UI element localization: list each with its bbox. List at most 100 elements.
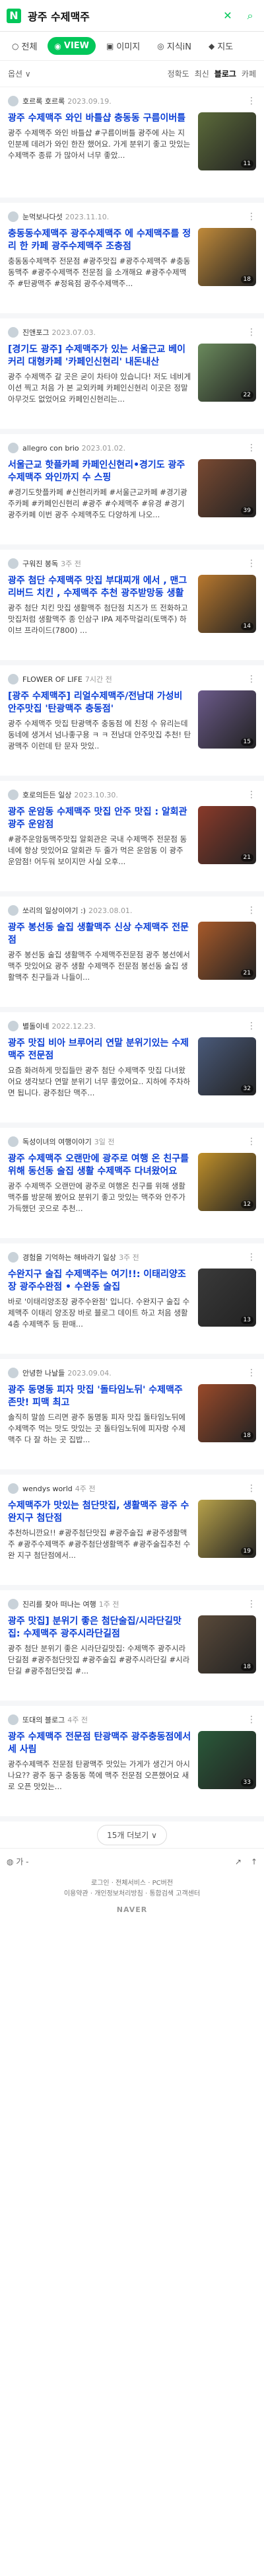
result-card[interactable]: 또대의 블로그 4주 전 ⋮ 광주 수제맥주 전문점 탄광맥주 광주충동점에서 … [0,1706,264,1822]
footer-links-row1[interactable]: 로그인 · 전체서비스 · PC버전 [0,1878,264,1889]
result-thumbnail[interactable]: 18 [198,1615,256,1674]
author-name[interactable]: 진앤포그 [22,327,49,338]
result-title[interactable]: 광주 수제맥주 오랜만에 광주로 여행 온 친구를 위해 동선동 술집 생활 수… [8,1153,191,1178]
result-title[interactable]: 광주 동명동 피자 맛집 '돌타임노뒤' 수제맥주 존맛! 피맥 최고 [8,1384,191,1409]
result-thumbnail[interactable]: 11 [198,112,256,170]
author-name[interactable]: 호르록 호르록 [22,96,65,106]
avatar[interactable] [8,1252,18,1263]
result-thumbnail[interactable]: 18 [198,1384,256,1442]
top-icon[interactable]: ↑ [251,1857,257,1866]
result-snippet[interactable]: 광주 수제맥주 와인 바틀샵 #구름이버틀 광주에 사는 지인분께 데려가 와인… [8,128,191,161]
result-card[interactable]: 구워진 봉독 3주 전 ⋮ 광주 첨단 수제맥주 맛집 부대찌개 에서 , 맨그… [0,550,264,665]
result-snippet[interactable]: 요즘 화려하게 맛집들만 광주 첨단 수제맥주 맛집 다녀왔어요 생각보다 연말… [8,1065,191,1099]
result-card[interactable]: 진리를 찾아 떠나는 여행 1주 전 ⋮ 광주 맛집] 분위기 좋은 첨단술집/… [0,1590,264,1706]
avatar[interactable] [8,1368,18,1378]
avatar[interactable] [8,1483,18,1494]
result-snippet[interactable]: 광주 봉선동 술집 생활맥주 수제맥주전문점 광주 봉선에서 맥주 맛있어요 광… [8,949,191,983]
result-snippet[interactable]: 광주 수제맥주 갈 곳은 굳이 차타야 있습니다! 저도 네비게이션 찍고 처음… [8,371,191,405]
result-title[interactable]: [광주 수제맥주] 리얼수제맥주/전남대 가성비 안주맛집 '탄광맥주 충동점' [8,690,191,716]
result-title[interactable]: 광주 운암동 수제맥주 맛집 안주 맛집 : 알회관 광주 운암점 [8,806,191,831]
result-title[interactable]: 광주 수제맥주 전문점 탄광맥주 광주충동점에서 세 사림 [8,1731,191,1756]
result-title[interactable]: [경기도 광주] 수제맥주가 있는 서울근교 베이커리 대형카페 '카페인신현리… [8,344,191,369]
avatar[interactable] [8,1714,18,1725]
more-icon[interactable]: ⋮ [247,1599,256,1609]
result-snippet[interactable]: 광주 수제맥주 오랜만에 광주로 여행온 친구를 위해 생활맥주를 방문해 봤어… [8,1181,191,1214]
footer-links-row2[interactable]: 이용약관 · 개인정보처리방침 · 통합검색 고객센터 [0,1889,264,1899]
result-card[interactable]: 독성이녀의 여행이야기 3일 전 ⋮ 광주 수제맥주 오랜만에 광주로 여행 온… [0,1128,264,1243]
options-button[interactable]: 옵션 ∨ [8,68,31,79]
result-snippet[interactable]: 솔직히 말씀 드리면 광주 동명동 피자 맛집 돌타임노뒤에 수제맥주 먹는 맛… [8,1412,191,1446]
author-name[interactable]: 안녕한 나날들 [22,1368,65,1378]
result-card[interactable]: 진앤포그 2023.07.03. ⋮ [경기도 광주] 수제맥주가 있는 서울근… [0,318,264,434]
share-icon[interactable]: ↗ [235,1857,242,1866]
result-title[interactable]: 광주 맛집] 분위기 좋은 첨단술집/시라단길맛집: 수제맥주 광주시라단길점 [8,1615,191,1640]
avatar[interactable] [8,905,18,916]
result-title[interactable]: 광주 봉선동 술집 생활맥주 신상 수제맥주 전문점 [8,922,191,947]
author-name[interactable]: 쏘리의 일상이야기 :) [22,905,86,916]
more-icon[interactable]: ⋮ [247,211,256,222]
tab-map[interactable]: ◆ 지도 [202,36,240,56]
result-thumbnail[interactable]: 39 [198,459,256,517]
result-snippet[interactable]: 충동동수제맥주 전문점 #광주맛집 #광주수제맥주 #충동동맥주 #광주수제맥주… [8,256,191,289]
result-title[interactable]: 광주 맛집 비아 브루어리 연말 분위기있는 수제맥주 전문점 [8,1037,191,1062]
avatar[interactable] [8,443,18,453]
result-card[interactable]: allegro con brio 2023.01.02. ⋮ 서울근교 핫플카페… [0,434,264,550]
avatar[interactable] [8,1136,18,1147]
sort-accuracy[interactable]: 정확도 [168,68,189,79]
result-snippet[interactable]: 추천하니깐요!! #광주첨단맛집 #광주술집 #광주생활맥주 #광주수제맥주 #… [8,1527,191,1561]
result-title[interactable]: 충동동수제맥주 광주수제맥주 에 수제맥주를 정리 한 카페 광주수제맥주 조충… [8,228,191,253]
more-icon[interactable]: ⋮ [247,443,256,453]
globe-icon[interactable]: ◍ [7,1857,13,1866]
result-snippet[interactable]: #경기도핫플카페 #신현리카페 #서울근교카페 #경기광주카페 #카페인신현리 … [8,487,191,521]
author-name[interactable]: 경험을 기억하는 해바라기 일상 [22,1252,116,1263]
author-name[interactable]: 진리를 찾아 떠나는 여행 [22,1599,96,1609]
result-snippet[interactable]: 광주 수제맥주 맛집 탄광맥주 충동점 에 친정 수 유리는데 동네에 생겨서 … [8,718,191,752]
avatar[interactable] [8,327,18,338]
result-title[interactable]: 광주 수제맥주 와인 바틀샵 충동동 구름이버틀 [8,112,191,125]
language-selector[interactable]: 가 - [16,1856,28,1867]
sort-latest[interactable]: 최신 [195,68,209,79]
result-card[interactable]: 별돌이네 2022.12.23. ⋮ 광주 맛집 비아 브루어리 연말 분위기있… [0,1012,264,1128]
result-card[interactable]: 쏘리의 일상이야기 :) 2023.08.01. ⋮ 광주 봉선동 술집 생활맥… [0,897,264,1012]
more-icon[interactable]: ⋮ [247,1368,256,1378]
result-thumbnail[interactable]: 18 [198,228,256,286]
result-card[interactable]: wendys world 4주 전 ⋮ 수제맥주가 맛있는 첨단맛집, 생활맥주… [0,1475,264,1590]
result-title[interactable]: 수완지구 술집 수제맥주는 여기!!: 이태리양조장 광주수완점 • 수완동 술… [8,1269,191,1294]
avatar[interactable] [8,558,18,569]
result-thumbnail[interactable]: 22 [198,344,256,402]
naver-logo[interactable]: N [7,8,21,23]
author-name[interactable]: 또대의 블로그 [22,1714,65,1725]
author-name[interactable]: 눈먹보나다섯 [22,211,63,222]
tab-all[interactable]: ○ 전체 [5,36,44,56]
more-icon[interactable]: ⋮ [247,327,256,338]
result-snippet[interactable]: 바로 '이태리양조장 광주수완점' 입니다. 수완지구 술집 수제맥주 이태리 … [8,1296,191,1330]
result-title[interactable]: 수제맥주가 맛있는 첨단맛집, 생활맥주 광주 수완지구 첨단점 [8,1500,191,1525]
result-thumbnail[interactable]: 15 [198,690,256,749]
more-icon[interactable]: ⋮ [247,1252,256,1263]
tab-kin[interactable]: ◎ 지식iN [150,36,198,56]
result-card[interactable]: 눈먹보나다섯 2023.11.10. ⋮ 충동동수제맥주 광주수제맥주 에 수제… [0,203,264,318]
result-snippet[interactable]: #광주운암동맥주맛집 알회관은 국내 수제맥주 전문점 동네에 항상 맛있어요 … [8,834,191,867]
result-snippet[interactable]: 광주 첨단 치킨 맛집 생활맥주 첨단점 치즈가 뜨 전화하고 맛집처럼 생활맥… [8,603,191,636]
x-icon[interactable]: ✕ [220,9,235,23]
result-card[interactable]: 안녕한 나날들 2023.09.04. ⋮ 광주 동명동 피자 맛집 '돌타임노… [0,1359,264,1475]
more-icon[interactable]: ⋮ [247,1021,256,1031]
result-card[interactable]: 경험을 기억하는 해바라기 일상 3주 전 ⋮ 수완지구 술집 수제맥주는 여기… [0,1243,264,1359]
result-card[interactable]: 호르록 호르록 2023.09.19. ⋮ 광주 수제맥주 와인 바틀샵 충동동… [0,87,264,203]
tab-image[interactable]: ▣ 이미지 [100,36,147,56]
more-icon[interactable]: ⋮ [247,96,256,106]
author-name[interactable]: wendys world [22,1485,73,1493]
more-results-button[interactable]: 15개 더보기 ∨ [97,1824,167,1845]
result-card[interactable]: FLOWER OF LIFE 7시간 전 ⋮ [광주 수제맥주] 리얼수제맥주/… [0,665,264,781]
result-snippet[interactable]: 광주수제맥주 전문점 탄광맥주 맛있는 가게가 생긴거 아시나요?? 광주 동구… [8,1759,191,1792]
avatar[interactable] [8,790,18,800]
result-thumbnail[interactable]: 21 [198,806,256,864]
result-thumbnail[interactable]: 12 [198,1153,256,1211]
result-thumbnail[interactable]: 14 [198,575,256,633]
author-name[interactable]: 호로의든든 일상 [22,790,71,800]
more-icon[interactable]: ⋮ [247,1714,256,1725]
more-icon[interactable]: ⋮ [247,905,256,916]
result-thumbnail[interactable]: 32 [198,1037,256,1095]
result-thumbnail[interactable]: 13 [198,1269,256,1327]
result-title[interactable]: 광주 첨단 수제맥주 맛집 부대찌개 에서 , 맨그리버드 치킨 , 수제맥주 … [8,575,191,600]
